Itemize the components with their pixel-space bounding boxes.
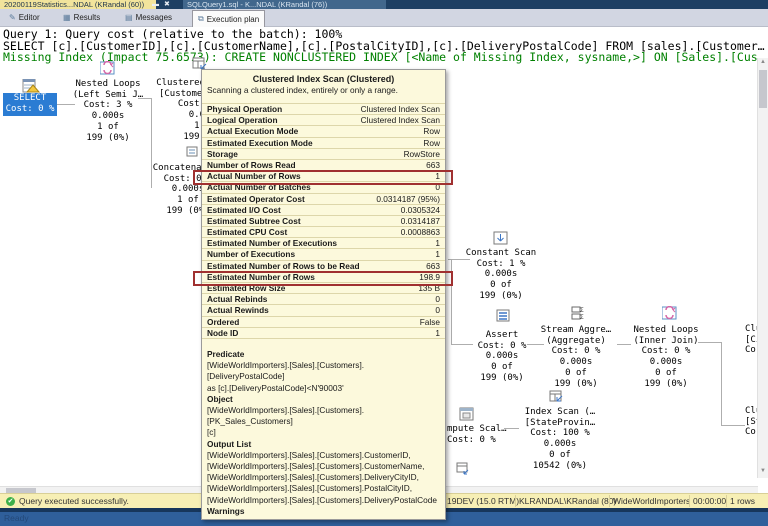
tooltip-row: Estimated Number of Executions 1 <box>202 238 445 250</box>
tab-sqlquery1[interactable]: SQLQuery1.sql - K...NDAL (KRandal (76)) <box>183 0 386 9</box>
nested-loops-icon <box>100 61 115 75</box>
status-duration: 00:00:00 <box>693 496 727 506</box>
tooltip-row: Estimated Subtree Cost 0.0314187 <box>202 216 445 228</box>
plan-node-assert[interactable]: Assert Cost: 0 % 0.000s 0 of 199 (0%) <box>467 330 537 384</box>
plan-node-select[interactable]: SELECT Cost: 0 % <box>3 93 57 116</box>
plan-node-stream-aggregate[interactable]: Stream Aggre… (Aggregate) Cost: 0 % 0.00… <box>540 325 612 389</box>
tooltip-row: Estimated Execution Mode Row <box>202 138 445 149</box>
status-database: WideWorldImporters <box>613 496 691 506</box>
plan-node-index-scan-stateprovinces[interactable]: Index Scan (… [StateProvin… Cost: 100 % … <box>520 407 600 471</box>
tab-results-label: Results <box>73 13 101 22</box>
tooltip-row: Estimated CPU Cost 0.0008863 <box>202 227 445 239</box>
tooltip-row: Logical Operation Clustered Index Scan <box>202 115 445 127</box>
plan-node-compute-scalar[interactable]: mpute Scal… Cost: 0 % <box>447 424 507 445</box>
tooltip-row: Estimated I/O Cost 0.0305324 <box>202 205 445 216</box>
svg-text:Σ: Σ <box>580 308 584 314</box>
results-grid-icon: ▦ <box>63 13 71 22</box>
tooltip-section-heading: Warnings <box>207 505 245 516</box>
pin-icon[interactable]: ▬ <box>152 0 159 9</box>
tooltip-row: Physical Operation Clustered Index Scan <box>202 104 445 116</box>
tooltip-row: Actual Rebinds 0 <box>202 294 445 306</box>
nested-loops-icon[interactable] <box>662 306 677 320</box>
status-separator <box>689 495 690 507</box>
tooltip-section-heading: Predicate <box>207 348 245 359</box>
missing-index-suggestion[interactable]: Missing Index (Impact 75.6573): CREATE N… <box>3 50 765 64</box>
status-separator <box>515 495 516 507</box>
close-icon[interactable]: ✖ <box>164 0 170 9</box>
messages-icon: ▤ <box>125 13 133 22</box>
tooltip-row: Storage RowStore <box>202 149 445 160</box>
tab-execution-plan-label: Execution plan <box>206 14 260 24</box>
select-result-icon <box>22 79 40 93</box>
document-tab-strip: 20200119Statistics...NDAL (KRandal (60))… <box>0 0 768 9</box>
tooltip-row: Estimated Operator Cost 0.0314187 (95%) <box>202 194 445 205</box>
plan-connector <box>617 344 631 345</box>
tooltip-subtitle: Scanning a clustered index, entirely or … <box>207 85 398 95</box>
tooltip-row: Ordered False <box>202 317 445 328</box>
highlight-box-estimated-rows <box>193 271 453 286</box>
status-server: 19DEV (15.0 RTM) <box>447 496 520 506</box>
vertical-scroll-thumb[interactable] <box>759 70 767 108</box>
tooltip-section-text: Columns With No Statistics: [WideWorldIm… <box>207 517 440 519</box>
compute-scalar-icon[interactable] <box>459 407 475 422</box>
plan-connector <box>721 342 722 426</box>
tab-messages-label: Messages <box>135 13 173 22</box>
tooltip-section-heading: Object <box>207 393 233 404</box>
tooltip-section-heading: Output List <box>207 438 252 449</box>
highlight-box-actual-rows <box>193 170 453 185</box>
svg-text:Σ: Σ <box>580 315 584 320</box>
execution-plan-icon: ⧉ <box>198 14 204 23</box>
tab-editor-label: Editor <box>18 13 40 22</box>
concatenation-icon[interactable] <box>186 146 199 158</box>
tooltip-row: Actual Rewinds 0 <box>202 305 445 317</box>
status-rowcount: 1 rows <box>730 496 756 506</box>
tooltip-section-text: [WideWorldImporters].[Sales].[Customers]… <box>207 404 365 438</box>
plan-node-nested-loops-left-semi[interactable]: Nested Loops (Left Semi J… Cost: 3 % 0.0… <box>62 79 154 143</box>
status-message: Query executed successfully. <box>19 496 129 506</box>
index-scan-icon[interactable] <box>549 390 563 403</box>
editor-icon: ✎ <box>9 13 16 22</box>
tab-execution-plan[interactable]: ⧉ Execution plan <box>192 10 266 27</box>
stream-aggregate-icon[interactable]: Σ Σ <box>571 306 585 320</box>
status-separator <box>726 495 727 507</box>
vertical-scrollbar[interactable]: ▲ ▼ <box>757 58 768 478</box>
plan-connector <box>721 425 745 426</box>
plan-node-constant-scan[interactable]: Constant Scan Cost: 1 % 0.000s 0 of 199 … <box>465 248 537 302</box>
index-scan-icon[interactable] <box>456 462 470 476</box>
plan-node-nested-loops-inner[interactable]: Nested Loops (Inner Join) Cost: 0 % 0.00… <box>630 325 702 389</box>
constant-scan-icon[interactable] <box>493 231 509 245</box>
scroll-down-icon[interactable]: ▼ <box>758 468 768 474</box>
tab-editor[interactable]: ✎ Editor <box>4 10 45 25</box>
success-check-icon: ✔ <box>6 497 15 506</box>
tooltip-property-table: Physical Operation Clustered Index Scan L… <box>202 103 445 339</box>
tooltip-row: Node ID 1 <box>202 328 445 339</box>
ready-label: Ready <box>4 513 29 523</box>
tooltip-section-text: [WideWorldImporters].[Sales].[Customers]… <box>207 360 365 393</box>
status-login: KLRANDAL\KRandal (80) <box>519 496 617 506</box>
scroll-up-icon[interactable]: ▲ <box>758 59 768 65</box>
tooltip-row: Number of Executions 1 <box>202 249 445 261</box>
operator-tooltip: Clustered Index Scan (Clustered) Scannin… <box>201 69 446 520</box>
assert-icon[interactable] <box>496 309 511 322</box>
tab-messages[interactable]: ▤ Messages <box>120 10 177 25</box>
tooltip-title: Clustered Index Scan (Clustered) <box>252 74 395 84</box>
tooltip-section-text: [WideWorldImporters].[Sales].[Customers]… <box>207 449 437 505</box>
tab-statistics-document[interactable]: 20200119Statistics...NDAL (KRandal (60)) <box>0 0 156 9</box>
ssms-window: 20200119Statistics...NDAL (KRandal (60))… <box>0 0 768 526</box>
tab-results[interactable]: ▦ Results <box>58 10 105 25</box>
tooltip-sections: Predicate [WideWorldImporters].[Sales].[… <box>202 339 445 519</box>
tooltip-row: Actual Execution Mode Row <box>202 126 445 138</box>
view-tab-bar: ✎ Editor ▦ Results ▤ Messages ⧉ Executio… <box>0 9 768 27</box>
status-separator <box>609 495 610 507</box>
